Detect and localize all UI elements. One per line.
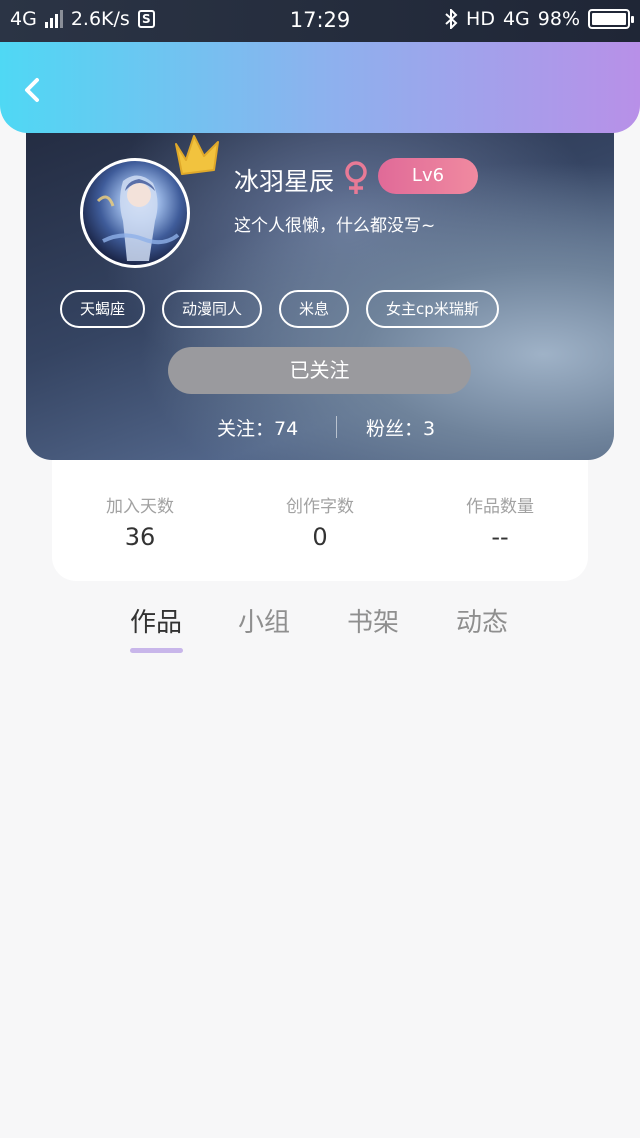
profile-card: 冰羽星辰 Lv6 这个人很懒，什么都没写~ 天蝎座 动漫同人 米息 女主cp米瑞… [26,108,614,460]
stats-card: 加入天数 36 创作字数 0 作品数量 -- [52,460,588,581]
crown-icon [175,135,219,175]
back-button[interactable] [14,72,50,108]
stat-label: 加入天数 [106,497,174,517]
tag-item[interactable]: 天蝎座 [60,290,146,328]
tag-item[interactable]: 动漫同人 [162,290,263,328]
tab-works[interactable]: 作品 [130,602,182,639]
fans-count[interactable]: 粉丝：3 [366,414,435,441]
level-badge: Lv6 [378,158,478,194]
battery-label: 98% [537,8,580,30]
stat-join-days: 加入天数 36 [60,492,220,551]
content-tabs: 作品 小组 书架 动态 [0,600,640,660]
tag-list: 天蝎座 动漫同人 米息 女主cp米瑞斯 [60,290,499,328]
bio-text: 这个人很懒，什么都没写~ [234,216,436,236]
status-bar: 4G 2.6K/s S 17:29 HD 4G 98% [0,0,640,42]
stat-value: 0 [312,523,328,551]
stat-word-count: 创作字数 0 [240,492,400,551]
username: 冰羽星辰 [234,167,335,196]
follow-stats: 关注：74 粉丝：3 [26,414,614,442]
bluetooth-icon [445,9,458,29]
stat-value: 36 [124,523,156,551]
stat-label: 作品数量 [466,497,534,517]
tab-activity[interactable]: 动态 [456,602,508,639]
tab-groups[interactable]: 小组 [238,602,290,639]
follow-button[interactable]: 已关注 [168,347,471,394]
tab-bookshelf[interactable]: 书架 [347,602,399,639]
divider [336,416,337,438]
tag-item[interactable]: 女主cp米瑞斯 [366,290,499,328]
stat-works-count: 作品数量 -- [420,492,580,551]
header-bar [0,42,640,133]
tag-item[interactable]: 米息 [279,290,350,328]
tab-indicator [130,648,183,653]
hd-label: HD [466,8,495,30]
stat-value: -- [491,523,509,551]
female-icon [345,161,367,194]
stat-label: 创作字数 [286,497,354,517]
network-right-label: 4G [502,8,530,30]
following-count[interactable]: 关注：74 [217,414,298,441]
chevron-left-icon [25,78,39,102]
battery-icon [588,9,634,29]
